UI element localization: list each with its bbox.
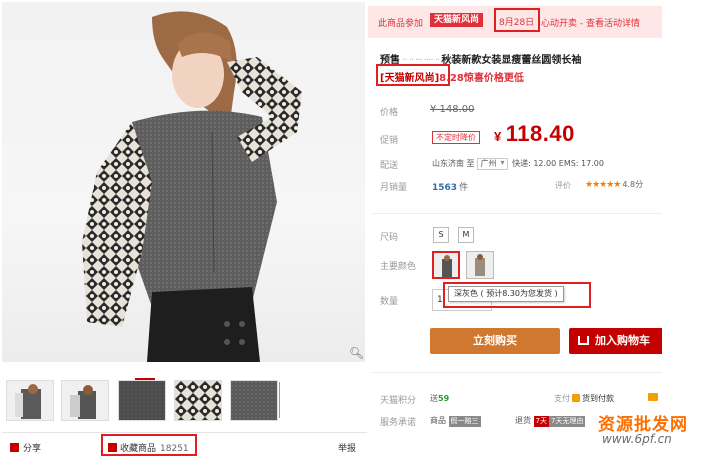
card-icon	[648, 393, 658, 401]
main-product-image[interactable]	[2, 2, 365, 362]
section-divider	[372, 213, 662, 214]
original-price: ¥ 148.00	[430, 104, 475, 115]
right-margin	[662, 0, 711, 466]
points-label: 天猫积分	[380, 396, 417, 406]
size-option-m[interactable]: M	[458, 227, 474, 243]
service-label: 服务承诺	[380, 418, 417, 428]
monthly-sales-label: 月销量	[380, 183, 408, 193]
thumbnail-2[interactable]	[61, 380, 109, 421]
product-photo	[82, 11, 302, 362]
service-return: 退货 7天 7天无理由	[515, 416, 586, 427]
promo-event-tag: 天猫新风尚	[430, 13, 484, 27]
add-to-cart-button[interactable]: 加入购物车	[569, 328, 662, 354]
thumbnail-scroll-divider	[279, 382, 280, 418]
thumbnail-3[interactable]	[118, 380, 166, 421]
service-authentic: 商品 假一赔三	[430, 416, 481, 427]
delivery-label: 配送	[380, 161, 399, 171]
price-label: 价格	[380, 108, 399, 118]
size-label: 尺码	[380, 233, 399, 243]
zoom-icon[interactable]: 🔍︎	[349, 347, 364, 360]
price-drop-badge: 不定时降价	[432, 131, 480, 144]
cod-option: 货到付款	[572, 393, 614, 404]
payment-label: 支付	[554, 394, 570, 403]
current-price: ¥118.40	[494, 121, 575, 146]
collect-count: 18251	[160, 444, 189, 454]
color-swatch-dark-gray[interactable]	[432, 251, 460, 279]
thumbnail-5[interactable]	[230, 380, 278, 421]
delivery-info: 山东济南 至广州 快递: 12.00 EMS: 17.00	[432, 158, 604, 170]
thumbnail-1[interactable]	[6, 380, 54, 421]
promo-prefix: 此商品参加	[378, 19, 424, 29]
points-value: 送59	[430, 394, 450, 403]
rating-stars[interactable]: ★★★★★ 4.8分	[585, 179, 643, 190]
size-option-s[interactable]: S	[433, 227, 449, 243]
share-link[interactable]: 分享	[10, 441, 41, 454]
color-swatch-light[interactable]	[466, 251, 494, 279]
cod-icon	[572, 394, 580, 402]
buy-now-button[interactable]: 立刻购买	[430, 328, 560, 354]
city-select[interactable]: 广州	[476, 158, 508, 170]
thumbnail-strip	[6, 380, 366, 424]
collect-item-link[interactable]: 收藏商品 18251	[108, 441, 189, 454]
favorite-icon	[108, 443, 117, 452]
color-label: 主要颜色	[380, 262, 417, 272]
star-icon: ★★★★★	[585, 180, 621, 190]
quantity-label: 数量	[380, 297, 399, 307]
promo-details-link[interactable]: 心动开卖 - 查看活动详情	[541, 16, 640, 29]
site-watermark-url: www.6pf.cn	[602, 432, 672, 446]
promo-date: 8月28日	[499, 18, 535, 28]
section-divider	[372, 372, 662, 373]
thumbnail-4[interactable]	[174, 380, 222, 421]
monthly-sales: 1563 件	[432, 183, 469, 193]
review-label: 评价	[555, 181, 571, 190]
cart-icon	[578, 336, 589, 345]
product-subtitle: [天猫新风尚]8.28惊喜价格更低	[380, 73, 524, 84]
report-link[interactable]: 举报	[338, 441, 356, 454]
share-icon	[10, 443, 19, 452]
color-tooltip: 深灰色 ( 预计8.30为您发货 )	[448, 286, 564, 302]
promo-price-label: 促销	[380, 136, 399, 146]
